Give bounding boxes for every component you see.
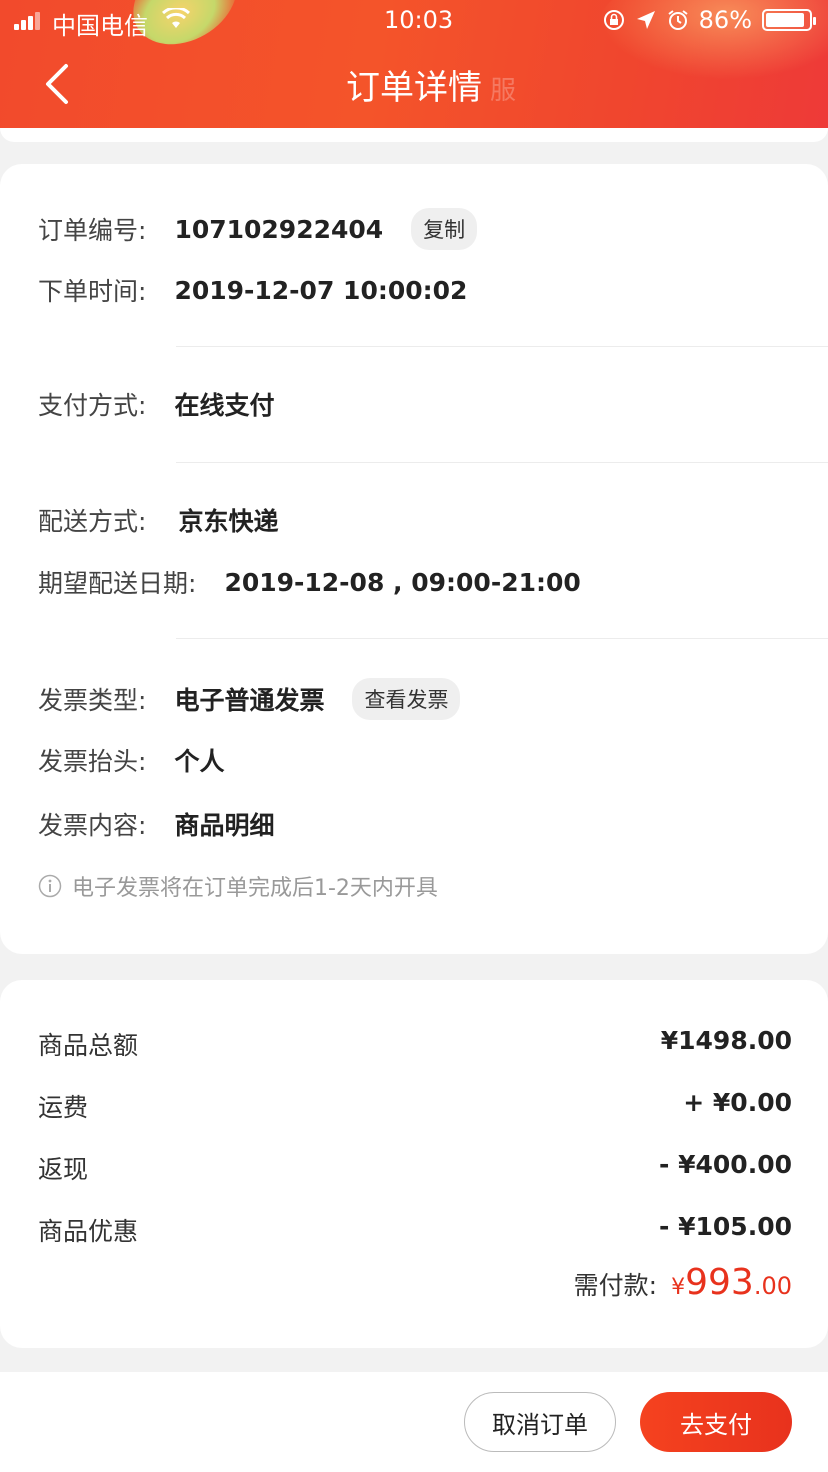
summary-row: 商品优惠 - ¥105.00 [38,1212,792,1248]
delivery-method-label: 配送方式: [38,507,147,536]
order-time: 2019-12-07 10:00:02 [174,275,468,305]
price-summary-card: 商品总额 ¥1498.00 运费 + ¥0.00 返现 - ¥400.00 商品… [0,980,828,1348]
order-number-row: 订单编号: 107102922404 复制 [38,208,478,250]
invoice-content-row: 发票内容: 商品明细 [38,806,274,842]
wifi-icon [162,8,190,28]
summary-row: 运费 + ¥0.00 [38,1088,792,1124]
summary-label: 运费 [38,1093,89,1122]
signal-icon [14,12,46,30]
invoice-note: 电子发票将在订单完成后1-2天内开具 [38,870,438,902]
previous-card-edge [0,128,828,142]
invoice-type-label: 发票类型: [38,686,147,715]
pay-button[interactable]: 去支付 [640,1392,792,1452]
header-bar: 中国电信 10:03 86% 订单详情 服 [0,0,828,128]
expected-date-label: 期望配送日期: [38,569,197,598]
cancel-order-button[interactable]: 取消订单 [464,1392,616,1452]
total-currency: ¥ [671,1275,686,1300]
expected-date: 2019-12-08 , 09:00-21:00 [224,567,581,597]
invoice-title-row: 发票抬头: 个人 [38,742,224,778]
order-time-row: 下单时间: 2019-12-07 10:00:02 [38,272,467,308]
location-icon [636,11,655,29]
status-bar: 中国电信 10:03 86% [0,0,828,42]
invoice-type-row: 发票类型: 电子普通发票 查看发票 [38,678,461,720]
summary-value: ¥1498.00 [660,1026,792,1055]
delivery-method: 京东快递 [178,507,279,536]
info-icon [38,874,62,898]
invoice-content-label: 发票内容: [38,811,147,840]
summary-value: + ¥0.00 [683,1088,792,1117]
payment-method-row: 支付方式: 在线支付 [38,386,274,422]
payment-method: 在线支付 [174,391,275,420]
invoice-note-text: 电子发票将在订单完成后1-2天内开具 [72,876,438,901]
battery-percent: 86% [698,6,752,34]
order-number: 107102922404 [174,214,384,244]
invoice-title: 个人 [174,747,225,776]
payment-method-label: 支付方式: [38,391,147,420]
battery-icon [762,9,816,31]
summary-value: - ¥105.00 [659,1212,792,1241]
summary-row: 商品总额 ¥1498.00 [38,1026,792,1062]
alarm-icon [668,10,688,30]
order-number-label: 订单编号: [38,216,147,245]
invoice-title-label: 发票抬头: [38,747,147,776]
total-decimals: .00 [753,1272,792,1300]
divider [176,638,828,639]
bottom-action-bar: 取消订单 去支付 [0,1372,828,1472]
invoice-content: 商品明细 [174,811,275,840]
expected-date-row: 期望配送日期: 2019-12-08 , 09:00-21:00 [38,564,581,600]
order-info-card: 订单编号: 107102922404 复制 下单时间: 2019-12-07 1… [0,164,828,954]
summary-label: 商品优惠 [38,1217,139,1246]
total-amount: 993 [685,1262,754,1303]
delivery-method-row: 配送方式: 京东快递 [38,502,278,538]
divider [176,462,828,463]
page-title: 订单详情 [346,68,482,108]
total-label: 需付款: [573,1271,658,1300]
summary-value: - ¥400.00 [659,1150,792,1179]
header-ghost-text: 服 [490,76,517,106]
summary-label: 返现 [38,1155,89,1184]
orientation-lock-icon [603,10,624,30]
copy-button[interactable]: 复制 [411,208,478,250]
summary-row: 返现 - ¥400.00 [38,1150,792,1186]
clock: 10:03 [384,6,454,34]
view-invoice-button[interactable]: 查看发票 [352,678,461,720]
summary-label: 商品总额 [38,1031,139,1060]
invoice-type: 电子普通发票 [174,686,325,715]
carrier-name: 中国电信 [52,12,148,40]
order-time-label: 下单时间: [38,277,147,306]
divider [176,346,828,347]
total-due: 需付款: ¥ 993 .00 [574,1262,792,1303]
